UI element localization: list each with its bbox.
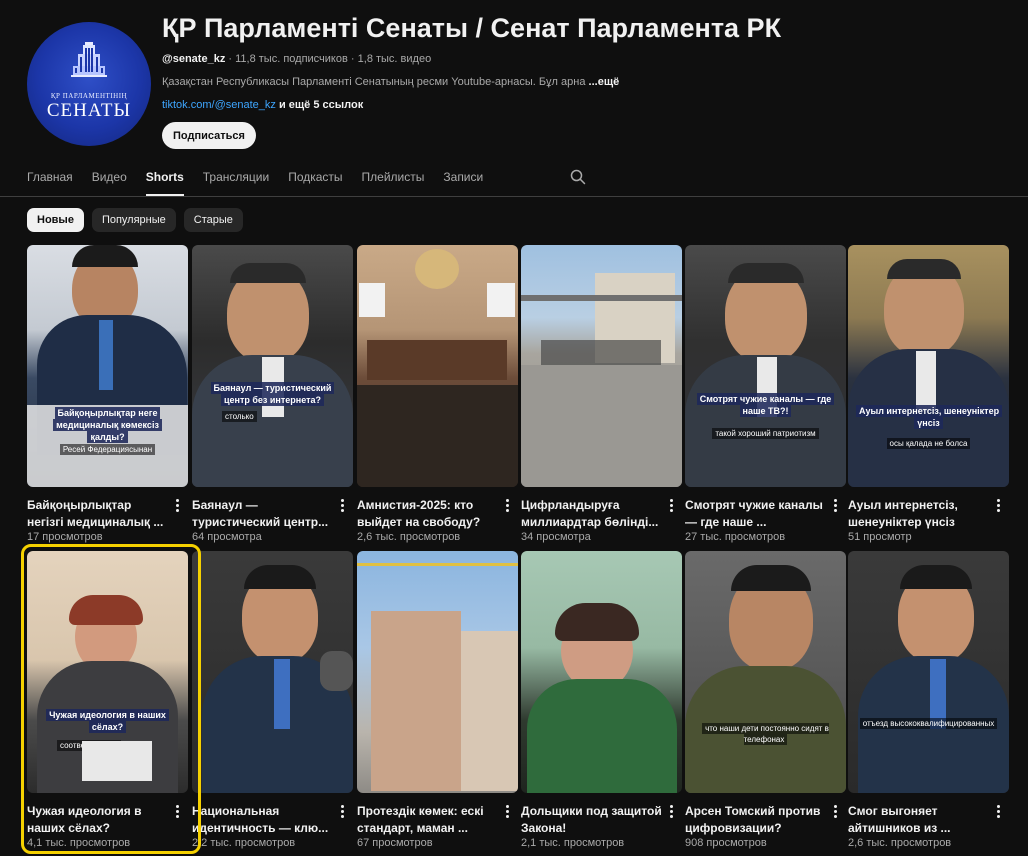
tab-live[interactable]: Трансляции (203, 168, 269, 186)
channel-avatar[interactable]: ҚР ПАРЛАМЕНТІНІҢ СЕНАТЫ (27, 22, 151, 146)
short-views: 908 просмотров (685, 837, 767, 849)
short-subcaption: осы қалада не болса (886, 438, 971, 449)
tab-home[interactable]: Главная (27, 168, 73, 186)
short-caption: Байқоңырлықтар неге медициналық көмексіз… (53, 407, 162, 443)
short-subcaption: что наши дети постоянно сидят в телефона… (702, 723, 829, 745)
more-options-icon[interactable] (664, 497, 678, 513)
more-options-icon[interactable] (335, 803, 349, 819)
short-views: 2,1 тыс. просмотров (521, 837, 625, 849)
short-caption: Смотрят чужие каналы — где наше ТВ?! (696, 393, 835, 417)
channel-description[interactable]: Қазақстан Республикасы Парламенті Сенаты… (162, 76, 632, 88)
short-thumbnail[interactable]: Чужая идеология в наших сёлах? соответст… (27, 551, 188, 793)
short-thumbnail[interactable] (521, 245, 682, 487)
search-icon[interactable] (570, 169, 586, 185)
short-thumbnail[interactable]: Ауыл интернетсіз, шенеуніктер үнсіз осы … (848, 245, 1009, 487)
short-title[interactable]: Смог выгоняет айтишников из ... (848, 803, 990, 837)
short-thumbnail[interactable] (192, 551, 353, 793)
short-thumbnail[interactable] (357, 551, 518, 793)
short-subcaption: Ресей Федерациясынан (59, 444, 156, 455)
tab-posts[interactable]: Записи (443, 168, 483, 186)
more-options-icon[interactable] (500, 803, 514, 819)
short-title[interactable]: Ауыл интернетсіз, шенеуніктер үнсіз (848, 497, 990, 531)
short-thumbnail[interactable]: что наши дети постоянно сидят в телефона… (685, 551, 846, 793)
more-options-icon[interactable] (991, 497, 1005, 513)
more-options-icon[interactable] (335, 497, 349, 513)
channel-title: ҚР Парламенті Сенаты / Сенат Парламента … (162, 13, 782, 43)
short-title[interactable]: Байқоңырлықтар негізгі медициналық ... (27, 497, 169, 531)
short-caption: Чужая идеология в наших сёлах? (46, 709, 169, 733)
short-subcaption: отъезд высококвалифицированных (859, 718, 998, 729)
short-views: 67 просмотров (357, 837, 433, 849)
short-views: 2,6 тыс. просмотров (357, 531, 461, 543)
short-thumbnail[interactable] (357, 245, 518, 487)
channel-meta: @senate_kz · 11,8 тыс. подписчиков · 1,8… (162, 53, 432, 65)
short-views: 27 тыс. просмотров (685, 531, 786, 543)
short-title[interactable]: Дольщики под защитой Закона! (521, 803, 663, 837)
short-title[interactable]: Баянаул — туристический центр... (192, 497, 334, 531)
short-thumbnail[interactable]: отъезд высококвалифицированных (848, 551, 1009, 793)
tab-videos[interactable]: Видео (92, 168, 127, 186)
chip-oldest[interactable]: Старые (183, 208, 243, 232)
more-options-icon[interactable] (828, 803, 842, 819)
subscribe-button[interactable]: Подписаться (162, 122, 256, 149)
short-thumbnail[interactable]: Смотрят чужие каналы — где наше ТВ?! так… (685, 245, 846, 487)
more-options-icon[interactable] (500, 497, 514, 513)
more-options-icon[interactable] (170, 803, 184, 819)
short-title[interactable]: Протездік көмек: ескі стандарт, маман ..… (357, 803, 499, 837)
more-options-icon[interactable] (170, 497, 184, 513)
tiktok-link[interactable]: tiktok.com/@senate_kz (162, 99, 276, 111)
short-thumbnail[interactable]: Байқоңырлықтар неге медициналық көмексіз… (27, 245, 188, 487)
short-views: 17 просмотров (27, 531, 103, 543)
logo-text-top: ҚР ПАРЛАМЕНТІНІҢ (50, 92, 128, 100)
sort-chips: Новые Популярные Старые (27, 208, 251, 232)
short-title[interactable]: Смотрят чужие каналы — где наше ... (685, 497, 827, 531)
short-views: 2,6 тыс. просмотров (848, 837, 952, 849)
channel-links: tiktok.com/@senate_kz и ещё 5 ссылок (162, 99, 363, 111)
short-subcaption: такой хороший патриотизм (712, 428, 819, 439)
channel-tabs: Главная Видео Shorts Трансляции Подкасты… (27, 168, 586, 196)
channel-handle: @senate_kz (162, 53, 226, 65)
short-thumbnail[interactable] (521, 551, 682, 793)
tabs-divider (0, 196, 1028, 197)
chip-popular[interactable]: Популярные (91, 208, 176, 232)
logo-text-main: СЕНАТЫ (46, 100, 132, 121)
more-options-icon[interactable] (991, 803, 1005, 819)
video-count: 1,8 тыс. видео (357, 53, 432, 65)
short-caption: Баянаул — туристический центр без интерн… (210, 382, 335, 406)
more-options-icon[interactable] (828, 497, 842, 513)
short-views: 4,1 тыс. просмотров (27, 837, 131, 849)
short-title[interactable]: Амнистия-2025: кто выйдет на свободу? (357, 497, 499, 531)
description-more-link[interactable]: ...ещё (589, 76, 620, 88)
short-thumbnail[interactable]: Баянаул — туристический центр без интерн… (192, 245, 353, 487)
tab-shorts[interactable]: Shorts (145, 168, 184, 196)
short-views: 2,2 тыс. просмотров (192, 837, 296, 849)
short-caption: Ауыл интернетсіз, шенеуніктер үнсіз (856, 405, 1003, 429)
description-text: Қазақстан Республикасы Парламенті Сенаты… (162, 76, 586, 88)
tab-podcasts[interactable]: Подкасты (288, 168, 342, 186)
tab-playlists[interactable]: Плейлисты (362, 168, 425, 186)
senate-building-icon (71, 42, 107, 77)
subscriber-count: 11,8 тыс. подписчиков (235, 53, 348, 65)
short-title[interactable]: Чужая идеология в наших сёлах? (27, 803, 169, 837)
short-views: 34 просмотра (521, 531, 591, 543)
more-options-icon[interactable] (664, 803, 678, 819)
short-title[interactable]: Цифрландыруға миллиардтар бөлінді... (521, 497, 663, 531)
short-subcaption: столько (222, 411, 257, 422)
short-views: 51 просмотр (848, 531, 912, 543)
short-title[interactable]: Арсен Томский против цифровизации? (685, 803, 827, 837)
short-title[interactable]: Национальная идентичность — клю... (192, 803, 334, 837)
chip-newest[interactable]: Новые (27, 208, 84, 232)
short-views: 64 просмотра (192, 531, 262, 543)
more-links[interactable]: и ещё 5 ссылок (279, 99, 363, 111)
